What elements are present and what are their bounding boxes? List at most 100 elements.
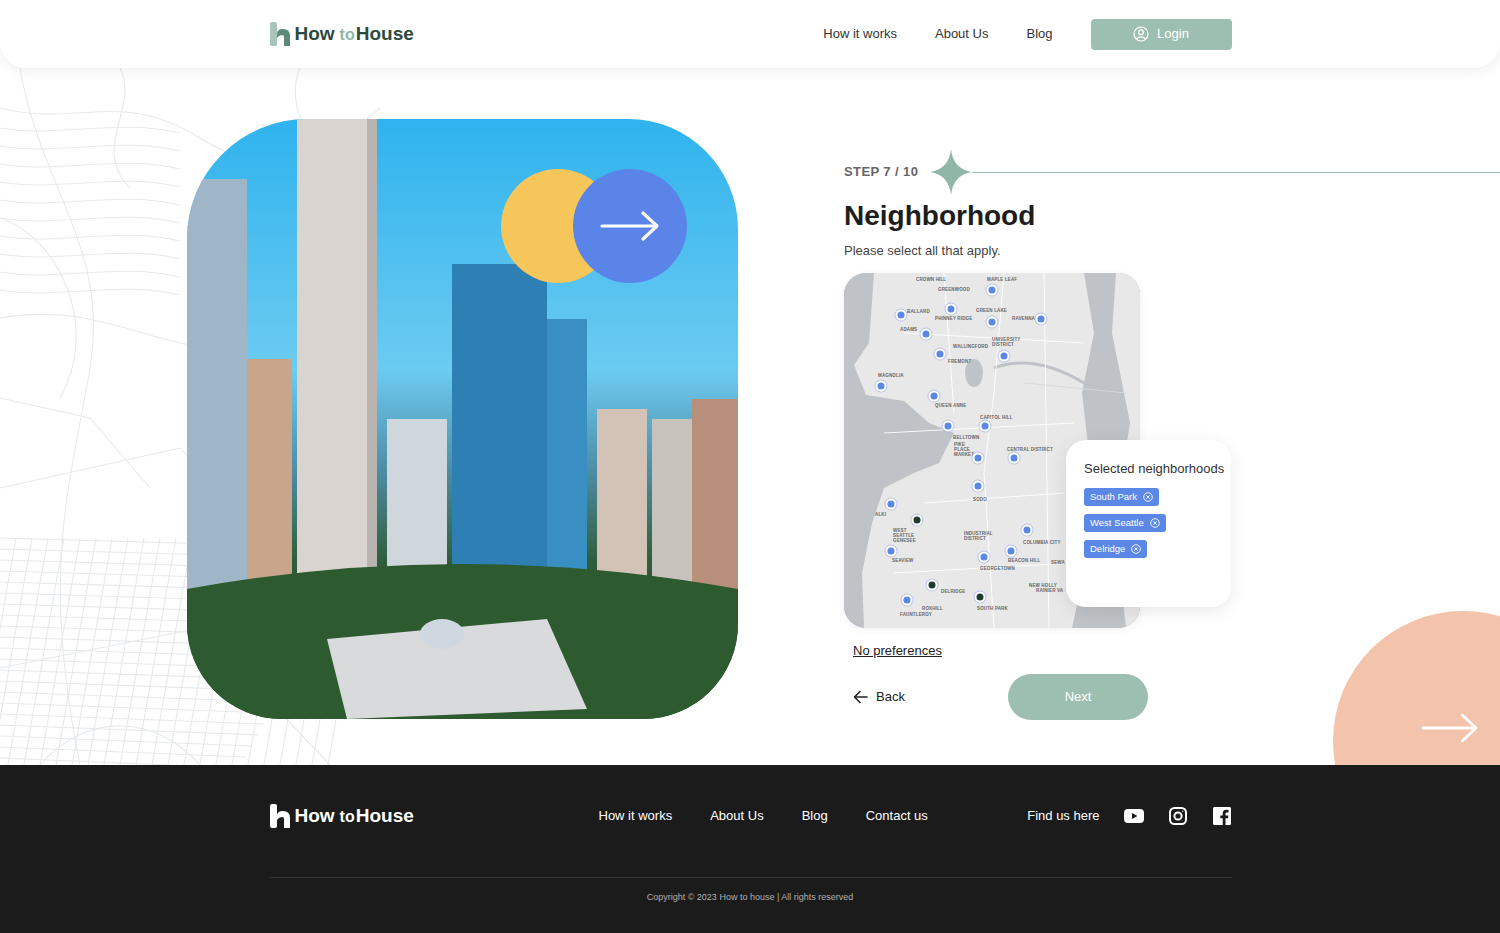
instagram-icon[interactable] xyxy=(1168,806,1188,826)
map-label: SOUTH PARK xyxy=(977,606,1008,611)
map-pin[interactable] xyxy=(902,594,913,605)
neighborhood-chip[interactable]: Delridge xyxy=(1084,540,1147,558)
remove-circle-icon[interactable] xyxy=(1131,544,1141,554)
login-label: Login xyxy=(1157,24,1189,44)
content-row: STEP 7 / 10NeighborhoodPlease select all… xyxy=(0,68,1500,720)
map-label: ADAMS xyxy=(900,327,917,332)
map-pin[interactable] xyxy=(935,348,946,359)
facebook-icon[interactable] xyxy=(1212,806,1232,826)
facebook-icon[interactable] xyxy=(1212,806,1232,826)
map-pin[interactable] xyxy=(929,390,940,401)
map-pin[interactable] xyxy=(980,420,991,431)
step-row: STEP 7 / 10 xyxy=(844,149,1500,195)
map-pin[interactable] xyxy=(927,579,938,590)
remove-circle-icon[interactable] xyxy=(1150,518,1160,528)
map-label: BALLARD xyxy=(907,309,930,314)
map-pin[interactable] xyxy=(973,452,984,463)
footer-link[interactable]: How it works xyxy=(599,806,673,826)
logo[interactable]: HowtoHouse xyxy=(269,21,414,47)
city-photo xyxy=(187,119,738,719)
back-label: Back xyxy=(876,687,905,707)
remove-circle-icon[interactable] xyxy=(1131,544,1141,554)
logo-word: How xyxy=(295,23,335,44)
youtube-icon[interactable] xyxy=(1124,806,1144,826)
footer-divider xyxy=(269,877,1232,878)
neighborhood-chip[interactable]: West Seattle xyxy=(1084,514,1166,532)
remove-circle-icon[interactable] xyxy=(1143,492,1153,502)
instagram-icon[interactable] xyxy=(1168,806,1188,826)
map-pin[interactable] xyxy=(979,551,990,562)
back-button[interactable]: Back xyxy=(844,687,1008,707)
peach-circle[interactable] xyxy=(1333,611,1500,765)
logo-word: House xyxy=(356,805,414,826)
map-label: INDUSTRIAL DISTRICT xyxy=(964,531,994,541)
footer-link[interactable]: About Us xyxy=(710,806,763,826)
find-us-label: Find us here xyxy=(1027,806,1099,826)
footer-inner: HowtoHouse How it works About Us Blog Contac… xyxy=(269,765,1232,903)
neighborhood-chip[interactable]: South Park xyxy=(1084,488,1159,506)
map-pin[interactable] xyxy=(975,591,986,602)
logo-text: HowtoHouse xyxy=(295,24,414,45)
map-label: PHINNEY RIDGE xyxy=(935,316,972,321)
no-preferences-link[interactable]: No preferences xyxy=(853,642,942,660)
map-label: SEAVIEW xyxy=(892,558,913,563)
login-button[interactable]: Login xyxy=(1091,19,1232,50)
remove-circle-icon[interactable] xyxy=(1143,492,1153,502)
map-pin[interactable] xyxy=(999,350,1010,361)
map-label: WALLINGFORD xyxy=(953,344,988,349)
nav-link[interactable]: About Us xyxy=(935,24,988,44)
nav-link[interactable]: Blog xyxy=(1026,24,1052,44)
map-pin[interactable] xyxy=(876,380,887,391)
youtube-icon[interactable] xyxy=(1124,806,1144,826)
footer-link[interactable]: Contact us xyxy=(866,806,928,826)
map-pin[interactable] xyxy=(912,514,923,525)
logo-text: HowtoHouse xyxy=(295,806,414,827)
logo-word: How xyxy=(295,805,335,826)
map-label: GREENWOOD xyxy=(938,287,970,292)
map-pin[interactable] xyxy=(896,309,907,320)
user-icon xyxy=(1133,26,1149,42)
step-line xyxy=(972,172,1500,173)
map-pin[interactable] xyxy=(1006,545,1017,556)
map-pin[interactable] xyxy=(886,545,897,556)
step-label: STEP 7 / 10 xyxy=(844,162,918,182)
map-pin[interactable] xyxy=(1022,524,1033,535)
map-label: CAPITOL HILL xyxy=(980,415,1013,420)
map-label: SEWA xyxy=(1051,560,1065,565)
remove-circle-icon[interactable] xyxy=(1150,518,1160,528)
map-label: NEW HOLLY xyxy=(1029,583,1057,588)
map-label: FREMONT xyxy=(948,359,971,364)
map-label: MAGNOLIA xyxy=(878,373,904,378)
arrow-right-icon xyxy=(1420,710,1480,746)
arrow-right-icon xyxy=(599,210,661,242)
logo[interactable]: HowtoHouse xyxy=(269,803,599,829)
map-pin[interactable] xyxy=(943,420,954,431)
main-area: STEP 7 / 10NeighborhoodPlease select all… xyxy=(0,68,1500,765)
step-title: Neighborhood xyxy=(844,199,1500,233)
copyright: Copyright © 2023 How to house | All righ… xyxy=(269,892,1232,903)
map-pin[interactable] xyxy=(946,303,957,314)
sparkle-icon xyxy=(930,149,972,195)
map-label: QUEEN ANNE xyxy=(935,403,966,408)
map-pin[interactable] xyxy=(1036,313,1047,324)
map-pin[interactable] xyxy=(987,284,998,295)
map-label: MAPLE LEAF xyxy=(987,277,1017,282)
map-pin[interactable] xyxy=(886,498,897,509)
map-pin[interactable] xyxy=(973,480,984,491)
footer-link[interactable]: Blog xyxy=(802,806,828,826)
logo-word: to xyxy=(340,808,355,825)
next-button[interactable]: Next xyxy=(1008,674,1148,720)
footer: HowtoHouse How it works About Us Blog Contac… xyxy=(0,765,1500,933)
arrow-left-icon xyxy=(853,690,868,704)
arrow-right-icon xyxy=(599,210,661,242)
map-label: SODO xyxy=(973,497,987,502)
map-pin[interactable] xyxy=(921,328,932,339)
footer-links: How it works About Us Blog Contact us xyxy=(599,806,928,826)
map-label: CENTRAL DISTRICT xyxy=(1007,447,1053,452)
map-pin[interactable] xyxy=(1009,452,1020,463)
map-label: ALKI xyxy=(875,512,886,517)
map-label: UNIVERSITY DISTRICT xyxy=(992,337,1026,347)
nav-link[interactable]: How it works xyxy=(823,24,897,44)
page: HowtoHouseHow it worksAbout UsBlogLoginS… xyxy=(0,0,1500,933)
map-pin[interactable] xyxy=(987,316,998,327)
